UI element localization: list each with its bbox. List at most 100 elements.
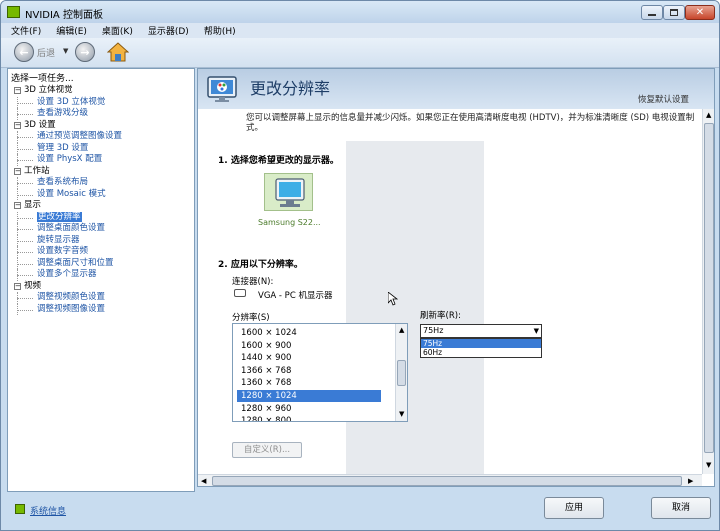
resolution-scrollbar[interactable]: ▲ ▼ xyxy=(395,324,407,421)
scroll-up-icon[interactable]: ▲ xyxy=(706,111,711,119)
tree-branch xyxy=(17,263,33,265)
scroll-thumb[interactable] xyxy=(397,360,406,386)
page-title: 更改分辨率 xyxy=(250,79,331,98)
main-horizontal-scrollbar[interactable]: ◀ ▶ xyxy=(198,474,702,486)
tree-task-link[interactable]: 调整视频颜色设置 xyxy=(12,292,192,304)
apply-button[interactable]: 应用 xyxy=(544,497,604,519)
tree-task-link[interactable]: 旋转显示器 xyxy=(12,234,192,246)
tree-category[interactable]: − 视频 xyxy=(12,281,192,293)
refresh-option-60hz[interactable]: 60Hz xyxy=(421,348,541,357)
mouse-pointer-icon xyxy=(388,292,398,306)
tree-task-link[interactable]: 通过预览调整图像设置 xyxy=(12,131,192,143)
scroll-right-icon[interactable]: ▶ xyxy=(688,477,693,485)
refresh-rate-select[interactable]: 75Hz ▼ xyxy=(420,324,542,338)
tree-branch xyxy=(17,298,33,299)
menu-help[interactable]: 帮助(H) xyxy=(194,23,241,38)
resolution-option[interactable]: 1360 × 768 xyxy=(237,377,381,389)
tree-task-link[interactable]: 设置数字音频 xyxy=(12,246,192,258)
tree-label: 通过预览调整图像设置 xyxy=(37,131,123,141)
collapse-icon[interactable]: − xyxy=(14,167,21,175)
tree-branch xyxy=(17,137,33,138)
main-vertical-scrollbar[interactable]: ▲ ▼ xyxy=(702,109,714,474)
task-tree: −3D 立体视觉 设置 3D 立体视觉 查看游戏分级 −3D 设置 通过预览调整图像设置… xyxy=(12,85,192,315)
minimize-button[interactable] xyxy=(641,5,663,20)
close-icon: ✕ xyxy=(695,7,705,18)
collapse-icon[interactable]: − xyxy=(14,87,21,94)
tree-branch xyxy=(17,114,33,115)
tree-label: 调整视频颜色设置 xyxy=(37,292,106,302)
customize-button[interactable]: 自定义(R)... xyxy=(232,442,302,458)
resolution-option[interactable]: 1600 × 1024 xyxy=(237,327,381,339)
collapse-icon[interactable]: − xyxy=(14,121,21,129)
resolution-list[interactable]: 1600 × 1024 1600 × 900 1440 × 900 1366 × 76… xyxy=(232,323,408,422)
tree-task-link[interactable]: 更改分辨率 xyxy=(12,211,192,223)
minimize-icon xyxy=(648,14,656,16)
forward-button[interactable]: → xyxy=(75,42,95,62)
tree-label: 显示 xyxy=(24,200,42,210)
refresh-rate-label: 刷新率(R): xyxy=(420,311,461,321)
system-info-link[interactable]: 系统信息 xyxy=(30,504,66,517)
tree-task-link[interactable]: 设置 PhysX 配置 xyxy=(12,154,192,166)
tree-label: 工作站 xyxy=(24,165,50,176)
connector-value: VGA - PC 机显示器 xyxy=(258,291,333,301)
tree-category[interactable]: −3D 设置 xyxy=(12,120,192,132)
back-history-dropdown[interactable]: ▼ xyxy=(63,47,68,55)
tree-task-link[interactable]: 设置多个显示器 xyxy=(12,269,192,281)
resolution-option[interactable]: 1440 × 900 xyxy=(237,352,381,364)
cancel-button[interactable]: 取消 xyxy=(651,497,711,519)
scroll-thumb[interactable] xyxy=(704,123,714,453)
tree-task-link[interactable]: 设置 3D 立体视觉 xyxy=(12,96,192,108)
tree-category[interactable]: − 工作站 xyxy=(12,166,192,178)
tree-category[interactable]: − 显示 xyxy=(12,200,192,212)
close-button[interactable]: ✕ xyxy=(685,5,715,20)
scroll-left-icon[interactable]: ◀ xyxy=(201,477,206,485)
content-shaded-area xyxy=(346,141,484,479)
scroll-thumb[interactable] xyxy=(212,476,682,486)
tree-label: 设置数字音频 xyxy=(37,246,89,256)
tree-branch xyxy=(17,194,33,196)
tree-task-link[interactable]: 调整桌面颜色设置 xyxy=(12,223,192,235)
tree-label: 3D 立体视觉 xyxy=(24,85,73,95)
page-description: 您可以调整屏幕上显示的信息量并减少闪烁。如果您正在使用高清晰度电视 (HDTV)… xyxy=(246,113,695,133)
tree-task-link[interactable]: 管理 3D 设置 xyxy=(12,142,192,154)
restore-defaults-link[interactable]: 恢复默认设置 xyxy=(638,93,689,105)
display-name-label: Samsung S22... xyxy=(258,218,321,227)
tree-task-link[interactable]: 设置 Mosaic 模式 xyxy=(12,188,192,200)
display-selector-samsung[interactable] xyxy=(264,173,313,211)
resolution-option[interactable]: 1280 × 800 xyxy=(237,415,381,421)
home-icon[interactable] xyxy=(107,42,129,62)
title-bar[interactable]: NVIDIA 控制面板 ✕ xyxy=(1,1,719,23)
scroll-down-icon[interactable]: ▼ xyxy=(399,410,404,418)
scroll-down-icon[interactable]: ▼ xyxy=(706,461,711,469)
tree-branch xyxy=(17,252,33,253)
tree-label: 设置 Mosaic 模式 xyxy=(37,188,106,199)
menu-file[interactable]: 文件(F) xyxy=(1,23,46,38)
tree-task-link[interactable]: 查看系统布局 xyxy=(12,177,192,189)
connector-label: 连接器(N): xyxy=(232,277,274,287)
tree-label: 调整视频图像设置 xyxy=(37,303,106,314)
window-title: NVIDIA 控制面板 xyxy=(25,10,103,21)
tree-task-link[interactable]: 查看游戏分级 xyxy=(12,108,192,120)
menu-display[interactable]: 显示器(D) xyxy=(138,23,194,38)
collapse-icon[interactable]: − xyxy=(14,282,21,290)
resolution-option[interactable]: 1280 × 960 xyxy=(237,403,381,415)
tree-task-link[interactable]: 调整视频图像设置 xyxy=(12,303,192,315)
tree-label: 管理 3D 设置 xyxy=(37,142,89,153)
resolution-option[interactable]: 1600 × 900 xyxy=(237,340,381,352)
resolution-option[interactable]: 1366 × 768 xyxy=(237,365,381,377)
tree-task-link[interactable]: 调整桌面尺寸和位置 xyxy=(12,257,192,269)
tree-label: 查看系统布局 xyxy=(37,177,89,187)
arrow-right-icon: → xyxy=(80,45,90,59)
tree-branch xyxy=(17,102,33,104)
tree-branch xyxy=(17,160,33,161)
refresh-option-75hz[interactable]: 75Hz xyxy=(421,339,541,348)
tree-category[interactable]: −3D 立体视觉 xyxy=(12,85,192,97)
back-button[interactable]: ← xyxy=(14,42,34,62)
scroll-up-icon[interactable]: ▲ xyxy=(399,326,404,334)
menu-edit[interactable]: 编辑(E) xyxy=(46,23,92,38)
maximize-button[interactable] xyxy=(663,5,685,20)
resolution-option[interactable]: 1280 × 1024 xyxy=(237,390,381,402)
collapse-icon[interactable]: − xyxy=(14,202,21,209)
menu-desktop[interactable]: 桌面(K) xyxy=(92,23,138,38)
back-label[interactable]: 后退 xyxy=(37,46,55,59)
